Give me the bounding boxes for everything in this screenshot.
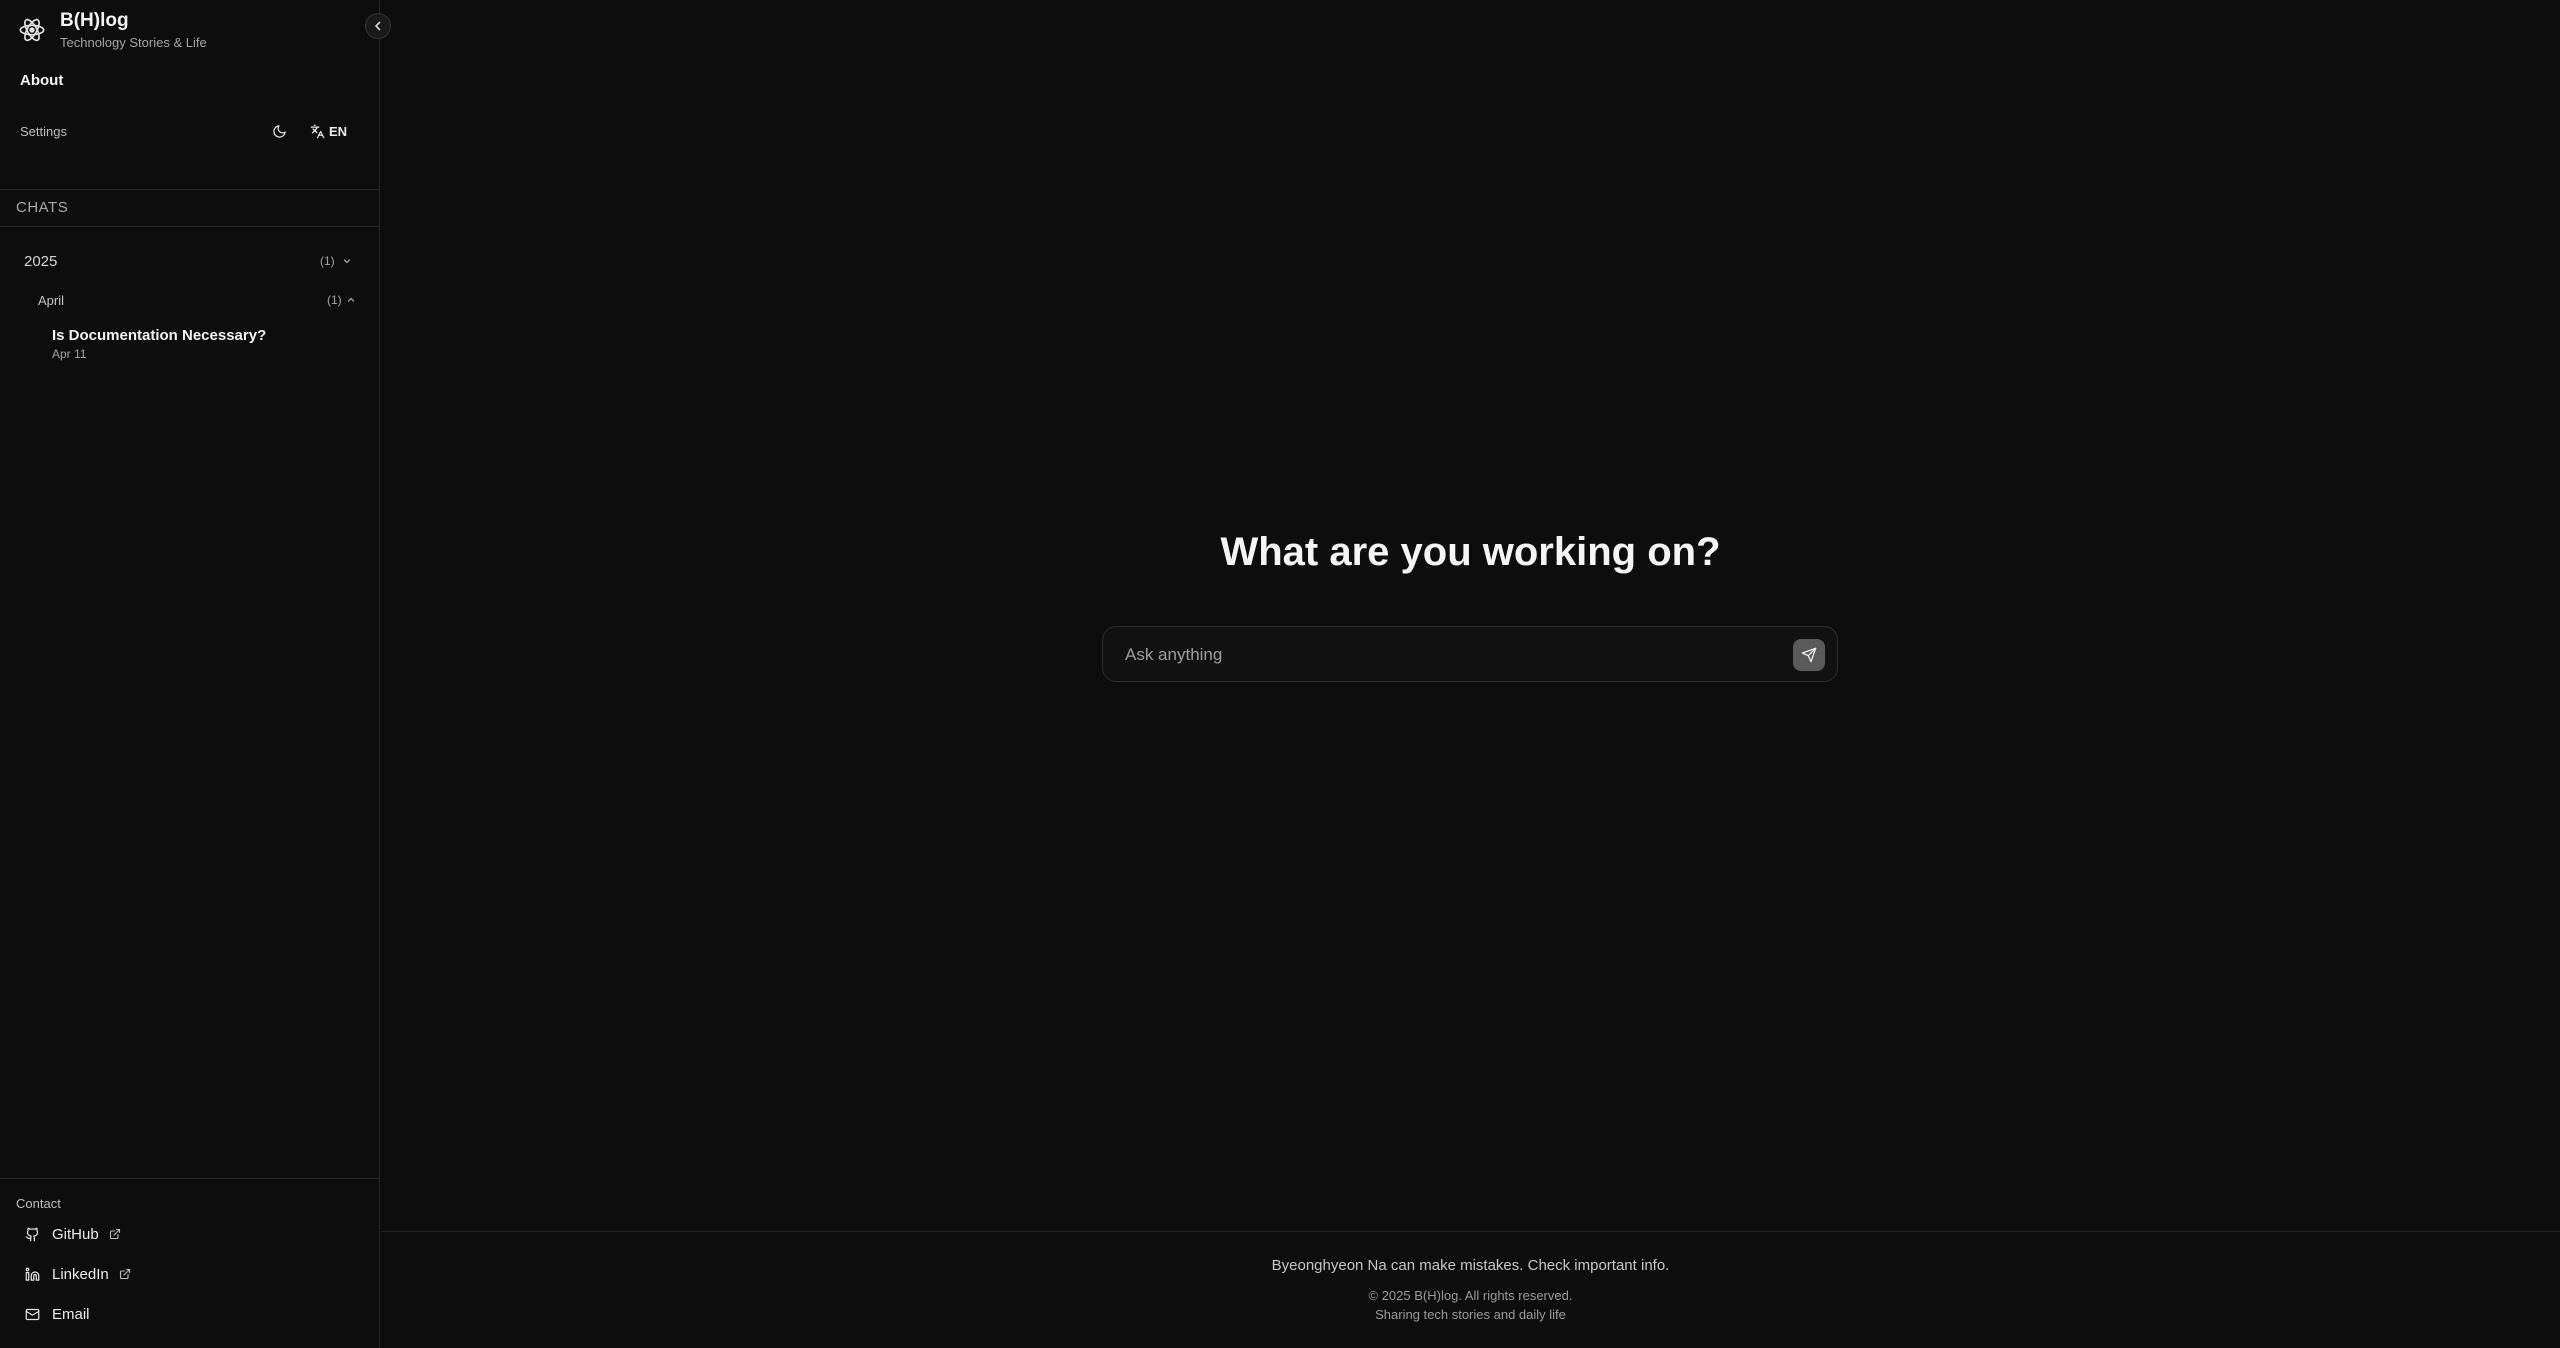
language-label: EN — [329, 123, 348, 139]
linkedin-icon — [24, 1266, 40, 1282]
footer-divider — [381, 1231, 2560, 1232]
nav-about-link[interactable]: About — [20, 72, 63, 89]
send-icon — [1801, 647, 1817, 663]
month-group-april[interactable]: April (1) — [38, 290, 356, 310]
theme-toggle-button[interactable] — [268, 120, 290, 142]
github-icon — [24, 1226, 40, 1242]
linkedin-label: LinkedIn — [52, 1265, 109, 1283]
settings-row: Settings EN — [20, 120, 360, 142]
post-date: Apr 11 — [52, 347, 87, 361]
github-link[interactable]: GitHub — [24, 1223, 121, 1245]
chevron-left-icon — [375, 21, 381, 31]
external-link-icon — [119, 1268, 130, 1280]
sidebar-divider — [0, 1178, 380, 1179]
page-headline: What are you working on? — [1220, 530, 1721, 574]
send-button[interactable] — [1793, 639, 1825, 671]
ask-input[interactable] — [1125, 639, 1765, 671]
collapse-sidebar-button[interactable] — [365, 13, 391, 39]
footer-tagline: Sharing tech stories and daily life — [1375, 1307, 1566, 1322]
language-toggle-button[interactable]: EN — [310, 120, 347, 142]
footer-copyright: © 2025 B(H)log. All rights reserved. — [1368, 1288, 1573, 1303]
month-label: April — [38, 292, 65, 308]
chevron-up-icon — [347, 297, 355, 302]
month-count: (1) — [327, 293, 342, 307]
sidebar: B(H)log Technology Stories & Life About … — [0, 0, 391, 1348]
atom-logo-icon — [18, 16, 46, 44]
email-label: Email — [52, 1305, 90, 1323]
app-root: B(H)log Technology Stories & Life About … — [0, 0, 2560, 1348]
main-content: What are you working on? Byeonghyeon Na … — [381, 0, 2560, 1348]
year-group-2025[interactable]: 2025 (1) — [24, 250, 354, 272]
year-count: (1) — [320, 254, 335, 268]
mail-icon — [24, 1306, 40, 1322]
moon-icon — [272, 124, 286, 138]
sidebar-divider — [0, 226, 380, 227]
email-link[interactable]: Email — [24, 1303, 90, 1325]
github-label: GitHub — [52, 1225, 99, 1243]
post-title: Is Documentation Necessary? — [52, 327, 267, 344]
brand[interactable]: B(H)log Technology Stories & Life — [18, 8, 207, 52]
chat-post-item[interactable]: Is Documentation Necessary? Apr 11 — [52, 326, 352, 361]
chevron-down-icon — [343, 259, 351, 264]
brand-subtitle: Technology Stories & Life — [60, 34, 207, 50]
linkedin-link[interactable]: LinkedIn — [24, 1263, 131, 1285]
chats-header: CHATS — [16, 199, 69, 216]
sidebar-divider — [0, 189, 380, 190]
brand-text: B(H)log Technology Stories & Life — [60, 10, 207, 51]
translate-icon — [310, 124, 325, 138]
brand-title: B(H)log — [60, 9, 129, 31]
external-link-icon — [109, 1228, 120, 1240]
footer-disclaimer: Byeonghyeon Na can make mistakes. Check … — [1271, 1257, 1670, 1274]
contact-label: Contact — [16, 1196, 61, 1211]
year-label: 2025 — [24, 252, 58, 270]
settings-label: Settings — [20, 123, 67, 139]
chat-input-box — [1102, 626, 1838, 682]
